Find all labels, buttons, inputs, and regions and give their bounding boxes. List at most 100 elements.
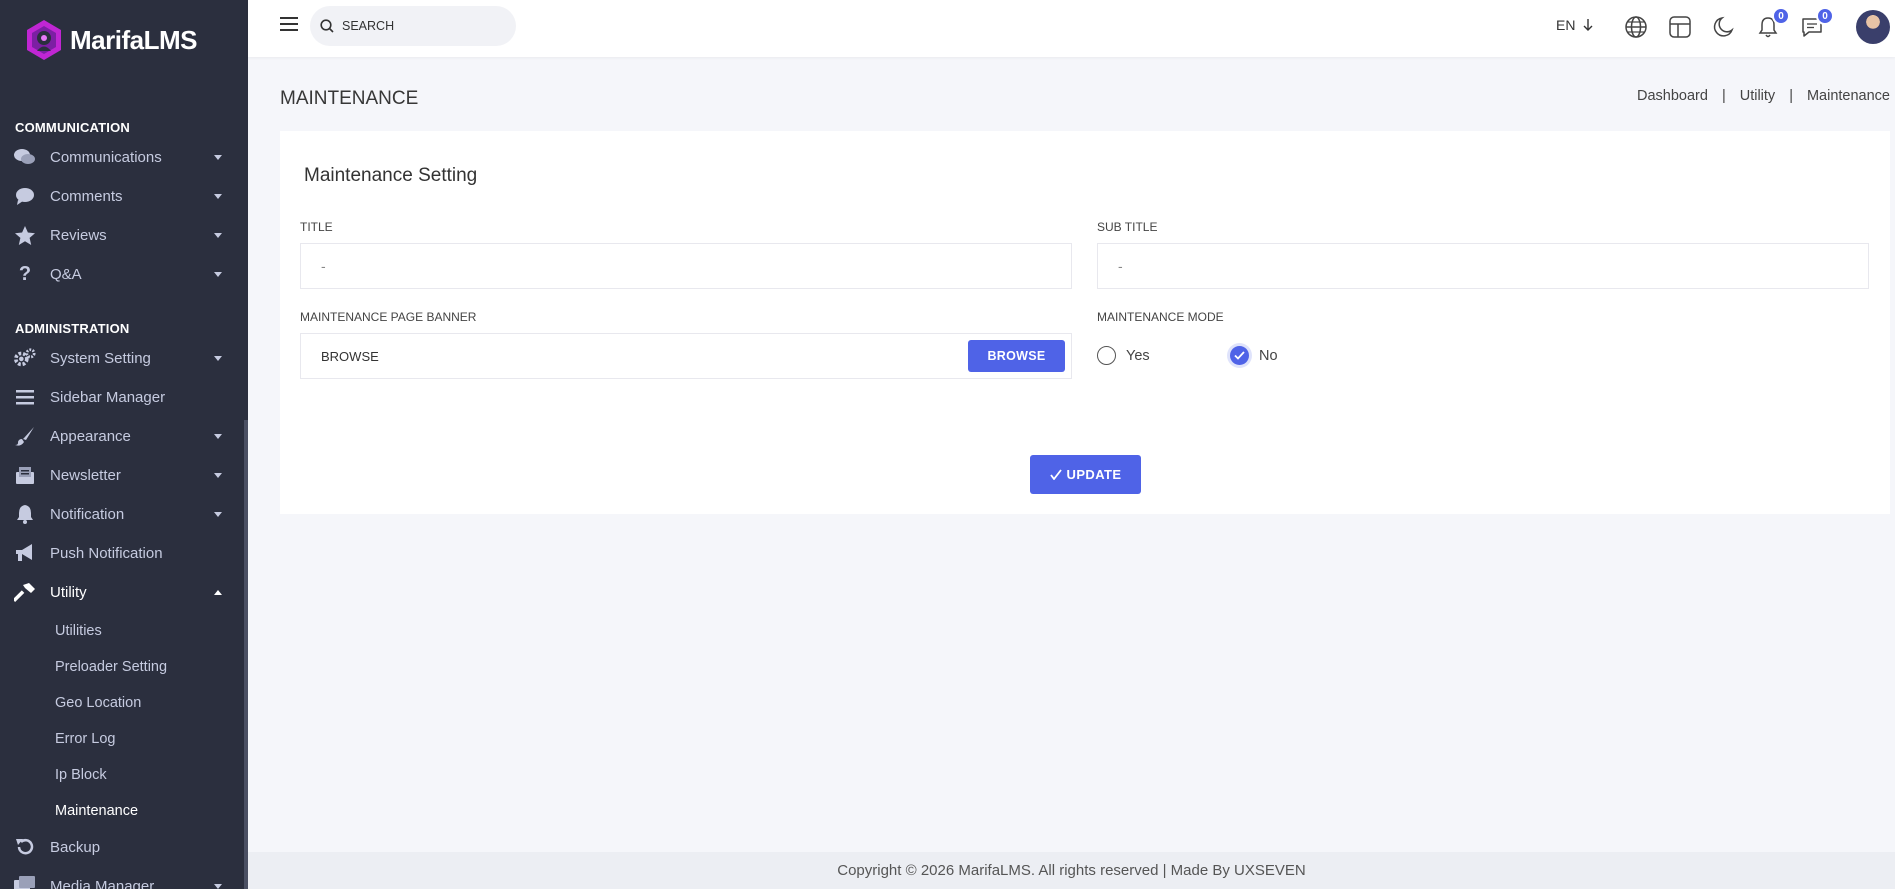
banner-label: MAINTENANCE PAGE BANNER (300, 310, 477, 324)
sidebar-item-label: Backup (50, 838, 101, 856)
sidebar-item-label: Q&A (50, 265, 82, 283)
subtitle-label: SUB TITLE (1097, 220, 1158, 234)
check-icon (1049, 469, 1062, 480)
banner-file-placeholder: BROWSE (321, 348, 379, 364)
sidebar-item-reviews[interactable]: Reviews (0, 218, 244, 252)
chevron-down-icon (214, 194, 222, 199)
search-box[interactable] (310, 6, 516, 46)
copyright-text: Copyright © 2026 MarifaLMS. All rights r… (837, 862, 1306, 879)
banner-file-field[interactable]: BROWSE BROWSE (300, 333, 1072, 379)
chevron-down-icon (214, 884, 222, 889)
sidebar-item-label: Appearance (50, 427, 131, 445)
sidebar-item-label: Utility (50, 583, 87, 601)
sidebar-item-notification[interactable]: Notification (0, 497, 244, 531)
sidebar-item-label: Push Notification (50, 544, 163, 562)
logo-text: MarifaLMS (70, 24, 197, 55)
section-communication: COMMUNICATION (15, 120, 131, 135)
logo[interactable]: MarifaLMS (22, 18, 197, 62)
bars-icon (14, 387, 36, 407)
subtitle-input[interactable] (1118, 258, 1868, 274)
sidebar-scrollbar[interactable] (244, 420, 248, 889)
gears-icon (14, 348, 36, 368)
maintenance-mode-label: MAINTENANCE MODE (1097, 310, 1224, 324)
sidebar: MarifaLMS COMMUNICATION Communications C… (0, 0, 248, 889)
language-selector[interactable]: EN (1556, 17, 1595, 33)
search-icon (320, 19, 334, 33)
sidebar-item-appearance[interactable]: Appearance (0, 419, 244, 453)
sidebar-subitem-geo-location[interactable]: Geo Location (55, 691, 141, 715)
sidebar-item-label: Comments (50, 187, 123, 205)
search-input[interactable] (342, 19, 502, 33)
footer: Copyright © 2026 MarifaLMS. All rights r… (248, 852, 1895, 889)
sidebar-subitem-maintenance[interactable]: Maintenance (55, 799, 138, 823)
breadcrumb-separator: | (1721, 88, 1726, 104)
sidebar-item-push-notification[interactable]: Push Notification (0, 536, 244, 570)
sidebar-item-sidebar-manager[interactable]: Sidebar Manager (0, 380, 244, 414)
title-input[interactable] (321, 258, 1071, 274)
sidebar-item-label: Sidebar Manager (50, 388, 166, 406)
chevron-down-icon (214, 512, 222, 517)
mode-no-radio[interactable]: No (1230, 346, 1278, 365)
sidebar-item-label: Reviews (50, 226, 107, 244)
breadcrumb-utility[interactable]: Utility (1740, 88, 1775, 104)
chevron-down-icon (214, 473, 222, 478)
bullhorn-icon (14, 543, 36, 563)
breadcrumb: Dashboard | Utility | Maintenance (1637, 88, 1890, 104)
paint-brush-icon (14, 426, 36, 446)
undo-icon (14, 837, 36, 857)
page-title: MAINTENANCE (280, 88, 419, 109)
sidebar-item-communications[interactable]: Communications (0, 140, 244, 174)
hammer-icon (14, 582, 36, 602)
comments-icon (14, 147, 36, 167)
comment-icon (14, 186, 36, 206)
sidebar-subitem-preloader-setting[interactable]: Preloader Setting (55, 655, 167, 679)
title-label: TITLE (300, 220, 333, 234)
notifications-button[interactable]: 0 (1756, 7, 1790, 39)
star-icon (14, 225, 36, 245)
sidebar-subitem-error-log[interactable]: Error Log (55, 727, 115, 751)
breadcrumb-separator: | (1789, 88, 1793, 104)
subtitle-field[interactable] (1097, 243, 1869, 289)
sidebar-item-label: Media Manager (50, 877, 155, 889)
moon-icon[interactable] (1712, 15, 1736, 39)
sidebar-item-newsletter[interactable]: Newsletter (0, 458, 244, 492)
language-label: EN (1556, 17, 1576, 33)
chevron-down-icon (214, 233, 222, 238)
update-button[interactable]: UPDATE (1030, 455, 1141, 494)
title-field[interactable] (300, 243, 1072, 289)
mode-yes-radio[interactable]: Yes (1097, 346, 1150, 365)
arrow-down-icon (1583, 19, 1593, 31)
maintenance-setting-card: Maintenance Setting TITLE SUB TITLE MAIN… (280, 131, 1890, 514)
user-avatar[interactable] (1856, 10, 1890, 44)
sidebar-item-backup[interactable]: Backup (0, 830, 244, 864)
browse-button[interactable]: BROWSE (968, 340, 1065, 372)
topbar: EN 0 0 (248, 0, 1895, 57)
sidebar-subitem-utilities[interactable]: Utilities (55, 619, 102, 643)
menu-toggle-icon[interactable] (280, 17, 298, 31)
chevron-down-icon (214, 272, 222, 277)
sidebar-item-utility[interactable]: Utility (0, 575, 244, 609)
layout-icon[interactable] (1668, 15, 1692, 39)
envelope-open-icon (14, 465, 36, 485)
logo-icon (22, 18, 66, 62)
chevron-down-icon (214, 356, 222, 361)
sidebar-item-system-setting[interactable]: System Setting (0, 341, 244, 375)
sidebar-item-label: System Setting (50, 349, 151, 367)
section-administration: ADMINISTRATION (15, 321, 130, 336)
bell-icon (14, 504, 36, 524)
notification-badge: 0 (1772, 7, 1790, 25)
chevron-up-icon (214, 590, 222, 595)
breadcrumb-maintenance: Maintenance (1806, 88, 1890, 104)
chevron-down-icon (214, 434, 222, 439)
breadcrumb-dashboard[interactable]: Dashboard (1637, 88, 1708, 104)
photo-video-icon (14, 876, 36, 889)
messages-button[interactable]: 0 (1800, 7, 1834, 39)
card-title: Maintenance Setting (304, 165, 478, 186)
chevron-down-icon (214, 155, 222, 160)
radio-checked-icon (1230, 346, 1249, 365)
globe-icon[interactable] (1624, 15, 1648, 39)
sidebar-subitem-ip-block[interactable]: Ip Block (55, 763, 107, 787)
sidebar-item-qa[interactable]: ? Q&A (0, 257, 244, 291)
sidebar-item-comments[interactable]: Comments (0, 179, 244, 213)
sidebar-item-media-manager[interactable]: Media Manager (0, 869, 244, 889)
